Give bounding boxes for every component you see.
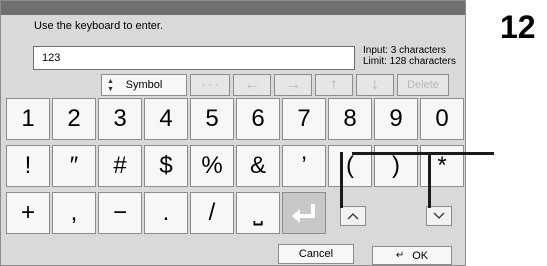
key-plus[interactable]: + [6, 192, 50, 234]
limit-count-text: Limit: 128 characters [363, 56, 456, 67]
key-9[interactable]: 9 [374, 98, 418, 140]
key-ampersand[interactable]: & [236, 145, 280, 187]
key-2[interactable]: 2 [52, 98, 96, 140]
arrow-left-icon: ← [244, 76, 260, 93]
key-4[interactable]: 4 [144, 98, 188, 140]
input-count-text: Input: 3 characters [363, 45, 446, 56]
character-count: Input: 3 characters Limit: 128 character… [363, 45, 456, 67]
key-hash[interactable]: # [98, 145, 142, 187]
ok-button[interactable]: ↵ OK [372, 246, 452, 265]
key-dollar[interactable]: $ [144, 145, 188, 187]
key-0[interactable]: 0 [420, 98, 464, 140]
prompt-text: Use the keyboard to enter. [34, 20, 164, 32]
callout-horizontal-line [352, 152, 494, 155]
delete-button[interactable]: Delete [397, 74, 449, 96]
callout-number: 12 [500, 9, 536, 45]
key-percent[interactable]: % [190, 145, 234, 187]
callout-right-leader [428, 152, 431, 208]
title-bar [1, 1, 465, 15]
keyboard-panel: Use the keyboard to enter. 123 Input: 3 … [0, 0, 466, 266]
key-comma[interactable]: , [52, 192, 96, 234]
key-3[interactable]: 3 [98, 98, 142, 140]
key-period[interactable]: . [144, 192, 188, 234]
arrow-up-icon: ↑ [330, 76, 338, 93]
enter-key[interactable] [282, 192, 326, 234]
key-1[interactable]: 1 [6, 98, 50, 140]
key-space[interactable]: ⎵ [236, 192, 280, 234]
callout-left-leader [340, 152, 343, 208]
scroll-up-button[interactable] [340, 206, 366, 226]
key-7[interactable]: 7 [282, 98, 326, 140]
symbol-button[interactable]: ▲ ▼ Symbol [101, 74, 187, 96]
cursor-left-button[interactable]: ← [233, 74, 271, 96]
key-double-quote[interactable]: ″ [52, 145, 96, 187]
enter-icon [292, 204, 315, 223]
key-slash[interactable]: / [190, 192, 234, 234]
chevron-down-icon [433, 212, 445, 219]
key-minus[interactable]: − [98, 192, 142, 234]
key-8[interactable]: 8 [328, 98, 372, 140]
cursor-down-button[interactable]: ↓ [356, 74, 394, 96]
scroll-down-button[interactable] [426, 206, 452, 226]
ok-label: OK [412, 249, 429, 262]
symbol-label: Symbol [125, 79, 163, 91]
key-apostrophe[interactable]: ’ [282, 145, 326, 187]
enter-small-icon: ↵ [395, 250, 405, 261]
text-input-field[interactable]: 123 [33, 46, 355, 70]
dots-button[interactable]: - - - [190, 74, 230, 96]
arrow-down-icon: ↓ [371, 76, 379, 93]
cancel-button[interactable]: Cancel [278, 244, 354, 264]
up-down-icon: ▲ ▼ [107, 78, 114, 93]
key-6[interactable]: 6 [236, 98, 280, 140]
key-5[interactable]: 5 [190, 98, 234, 140]
arrow-right-icon: → [285, 76, 301, 93]
cursor-up-button[interactable]: ↑ [315, 74, 353, 96]
cursor-right-button[interactable]: → [274, 74, 312, 96]
chevron-up-icon [347, 213, 359, 220]
key-exclamation[interactable]: ! [6, 145, 50, 187]
